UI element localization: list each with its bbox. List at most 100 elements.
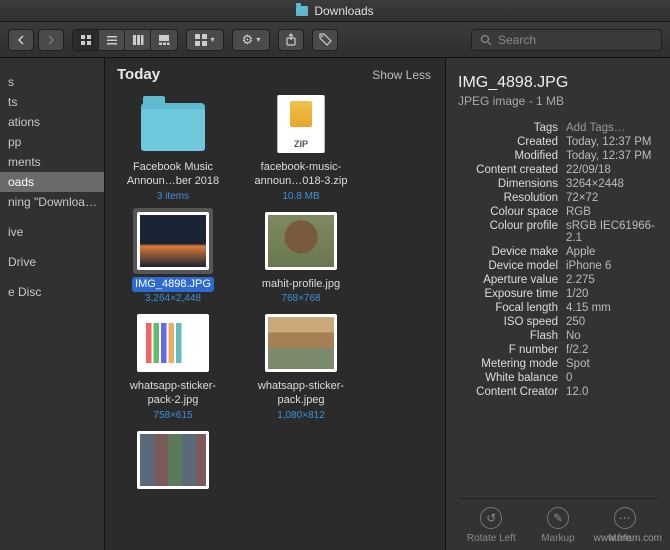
sidebar-item[interactable]: Drive (0, 252, 104, 272)
file-thumbnail (265, 314, 337, 372)
sidebar-item[interactable]: s (0, 72, 104, 92)
action-label: Rotate Left (467, 533, 516, 544)
file-thumbnail (137, 95, 209, 153)
markup-icon: ✎ (547, 507, 569, 529)
show-less-button[interactable]: Show Less (372, 68, 431, 82)
sidebar-item[interactable]: ations (0, 112, 104, 132)
file-name: mahit-profile.jpg (259, 277, 343, 293)
view-mode-switcher[interactable] (72, 29, 178, 51)
sidebar-item[interactable]: ments (0, 152, 104, 172)
file-thumbnail (137, 212, 209, 270)
group-by-menu[interactable]: ▾ (186, 29, 224, 51)
chevron-down-icon: ▾ (210, 35, 214, 44)
file-item[interactable]: IMG_4898.JPG3,264×2,448 (113, 208, 233, 305)
sidebar-item[interactable]: e Disc (0, 282, 104, 302)
file-name: facebook-music-announ…018-3.zip (243, 160, 359, 190)
sidebar-item[interactable]: ning "Downloa… (0, 192, 104, 212)
file-name: whatsapp-sticker-pack-2.jpg (115, 379, 231, 409)
file-item[interactable]: Facebook Music Announ…ber 20183 items (113, 91, 233, 202)
preview-key: Dimensions (458, 178, 558, 190)
chevron-down-icon: ▾ (256, 35, 260, 44)
preview-value: Today, 12:37 PM (566, 150, 658, 162)
gear-icon: ⚙ (242, 32, 254, 48)
file-meta: 10.8 MB (282, 191, 319, 202)
file-name: Facebook Music Announ…ber 2018 (115, 160, 231, 190)
preview-key: Device model (458, 260, 558, 272)
search-input[interactable] (498, 33, 653, 47)
preview-value: Spot (566, 358, 658, 370)
preview-value: 0 (566, 372, 658, 384)
file-name: IMG_4898.JPG (132, 277, 214, 293)
window-titlebar: Downloads (0, 0, 670, 22)
action-label: Markup (541, 533, 574, 544)
section-title: Today (117, 66, 160, 83)
sidebar-item[interactable]: oads (0, 172, 104, 192)
preview-value: 72×72 (566, 192, 658, 204)
preview-value: No (566, 330, 658, 342)
tags-button[interactable] (312, 29, 338, 51)
preview-key: Colour space (458, 206, 558, 218)
sidebar-item[interactable]: pp (0, 132, 104, 152)
file-meta: 768×768 (281, 293, 320, 304)
nav-buttons (8, 29, 64, 51)
search-icon (480, 34, 492, 46)
preview-value[interactable]: Add Tags… (566, 122, 658, 134)
preview-value: 22/09/18 (566, 164, 658, 176)
preview-value: 3264×2448 (566, 178, 658, 190)
column-view-button[interactable] (125, 30, 151, 50)
search-field[interactable] (471, 29, 662, 51)
preview-value: f/2.2 (566, 344, 658, 356)
file-item[interactable]: whatsapp-sticker-pack.jpeg1,080×812 (241, 310, 361, 421)
preview-key: Exposure time (458, 288, 558, 300)
gallery-view-button[interactable] (151, 30, 177, 50)
file-meta: 3 items (157, 191, 189, 202)
file-item[interactable] (113, 427, 233, 498)
file-list: Today Show Less Facebook Music Announ…be… (105, 58, 445, 550)
preview-key: Flash (458, 330, 558, 342)
preview-value: 2.275 (566, 274, 658, 286)
preview-key: F number (458, 344, 558, 356)
back-button[interactable] (8, 29, 34, 51)
preview-key: Device make (458, 246, 558, 258)
file-meta: 1,080×812 (277, 410, 325, 421)
file-item[interactable]: ZIP facebook-music-announ…018-3.zip10.8 M… (241, 91, 361, 202)
file-item[interactable]: whatsapp-sticker-pack-2.jpg758×615 (113, 310, 233, 421)
file-thumbnail (137, 431, 209, 489)
action-menu[interactable]: ⚙ ▾ (232, 29, 270, 51)
file-item[interactable]: mahit-profile.jpg768×768 (241, 208, 361, 305)
preview-value: sRGB IEC61966-2.1 (566, 220, 658, 244)
icon-view-button[interactable] (73, 30, 99, 50)
preview-action[interactable]: ✎ Markup (530, 507, 586, 544)
preview-key: ISO speed (458, 316, 558, 328)
more--icon: ⋯ (614, 507, 636, 529)
preview-value: 12.0 (566, 386, 658, 398)
list-view-button[interactable] (99, 30, 125, 50)
preview-title: IMG_4898.JPG (458, 74, 658, 92)
sidebar: stsationsppmentsoadsning "Downloa… ive Dr… (0, 58, 105, 550)
toolbar: ▾ ⚙ ▾ (0, 22, 670, 58)
preview-key: Resolution (458, 192, 558, 204)
section-header: Today Show Less (105, 58, 445, 87)
file-meta: 758×615 (153, 410, 192, 421)
preview-key: Tags (458, 122, 558, 134)
preview-action[interactable]: ↺ Rotate Left (463, 507, 519, 544)
file-name: whatsapp-sticker-pack.jpeg (243, 379, 359, 409)
preview-key: Modified (458, 150, 558, 162)
file-thumbnail: ZIP (265, 95, 337, 153)
preview-key: Focal length (458, 302, 558, 314)
sidebar-item[interactable]: ts (0, 92, 104, 112)
rotate-left-icon: ↺ (480, 507, 502, 529)
preview-key: Created (458, 136, 558, 148)
watermark: www.frfam.com (594, 533, 662, 544)
preview-key: Aperture value (458, 274, 558, 286)
preview-value: 250 (566, 316, 658, 328)
preview-pane: IMG_4898.JPG JPEG image - 1 MB Tags Add T… (445, 58, 670, 550)
window-title: Downloads (314, 4, 373, 18)
file-meta: 3,264×2,448 (145, 293, 201, 304)
file-thumbnail (265, 212, 337, 270)
preview-subtitle: JPEG image - 1 MB (458, 94, 658, 108)
preview-value: 4.15 mm (566, 302, 658, 314)
sidebar-item[interactable]: ive (0, 222, 104, 242)
share-button[interactable] (278, 29, 304, 51)
forward-button[interactable] (38, 29, 64, 51)
